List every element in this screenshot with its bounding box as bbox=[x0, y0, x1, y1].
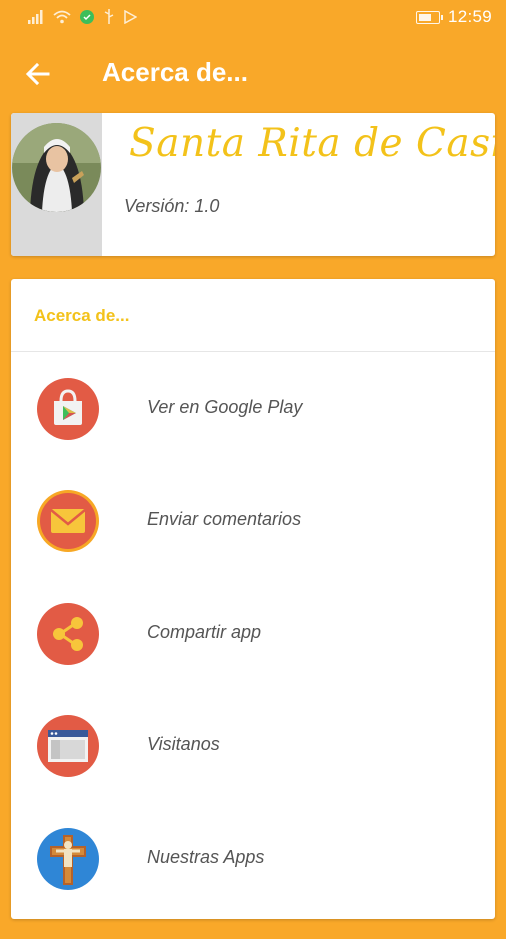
status-icons-right: 12:59 bbox=[415, 7, 492, 27]
menu-item-label: Compartir app bbox=[147, 622, 262, 642]
menu-item-label: Ver en Google Play bbox=[147, 397, 303, 417]
wifi-icon bbox=[53, 10, 71, 23]
app-version: Versión: 1.0 bbox=[124, 196, 220, 216]
play-store-status-icon bbox=[124, 9, 137, 24]
about-menu-card: Acerca de... Ver en Google Play Enviar c… bbox=[11, 279, 495, 919]
usb-icon bbox=[104, 9, 114, 24]
menu-item-label: Enviar comentarios bbox=[147, 509, 302, 529]
envelope-icon bbox=[36, 489, 100, 553]
page-title: Acerca de... bbox=[102, 57, 248, 87]
menu-item-our-apps[interactable]: Nuestras Apps bbox=[11, 827, 495, 939]
menu-item-visit-us[interactable]: Visitanos bbox=[11, 714, 495, 826]
menu-item-send-feedback[interactable]: Enviar comentarios bbox=[11, 489, 495, 601]
arrow-back-icon bbox=[25, 62, 50, 86]
app-logo-avatar bbox=[12, 123, 101, 212]
status-icons-left bbox=[28, 9, 137, 24]
section-title: Acerca de... bbox=[34, 306, 130, 325]
status-time: 12:59 bbox=[447, 7, 492, 26]
app-name-title: Santa Rita de Casia bbox=[129, 121, 495, 166]
header-image-panel bbox=[11, 113, 102, 256]
battery-icon bbox=[415, 10, 443, 24]
google-play-icon bbox=[36, 377, 100, 441]
section-divider bbox=[11, 351, 495, 352]
app-bar: Acerca de... bbox=[0, 34, 506, 114]
back-button[interactable] bbox=[22, 58, 54, 90]
crucifix-icon bbox=[36, 827, 100, 891]
menu-item-share-app[interactable]: Compartir app bbox=[11, 602, 495, 714]
share-icon bbox=[36, 602, 100, 666]
signal-icon bbox=[28, 9, 43, 24]
menu-item-google-play[interactable]: Ver en Google Play bbox=[11, 377, 495, 489]
menu-item-label: Nuestras Apps bbox=[147, 847, 265, 867]
menu-item-label: Visitanos bbox=[147, 734, 220, 754]
app-info-card: Santa Rita de Casia Versión: 1.0 bbox=[11, 113, 495, 256]
shield-icon bbox=[80, 9, 94, 24]
status-bar: 12:59 bbox=[0, 0, 506, 34]
browser-window-icon bbox=[36, 714, 100, 778]
